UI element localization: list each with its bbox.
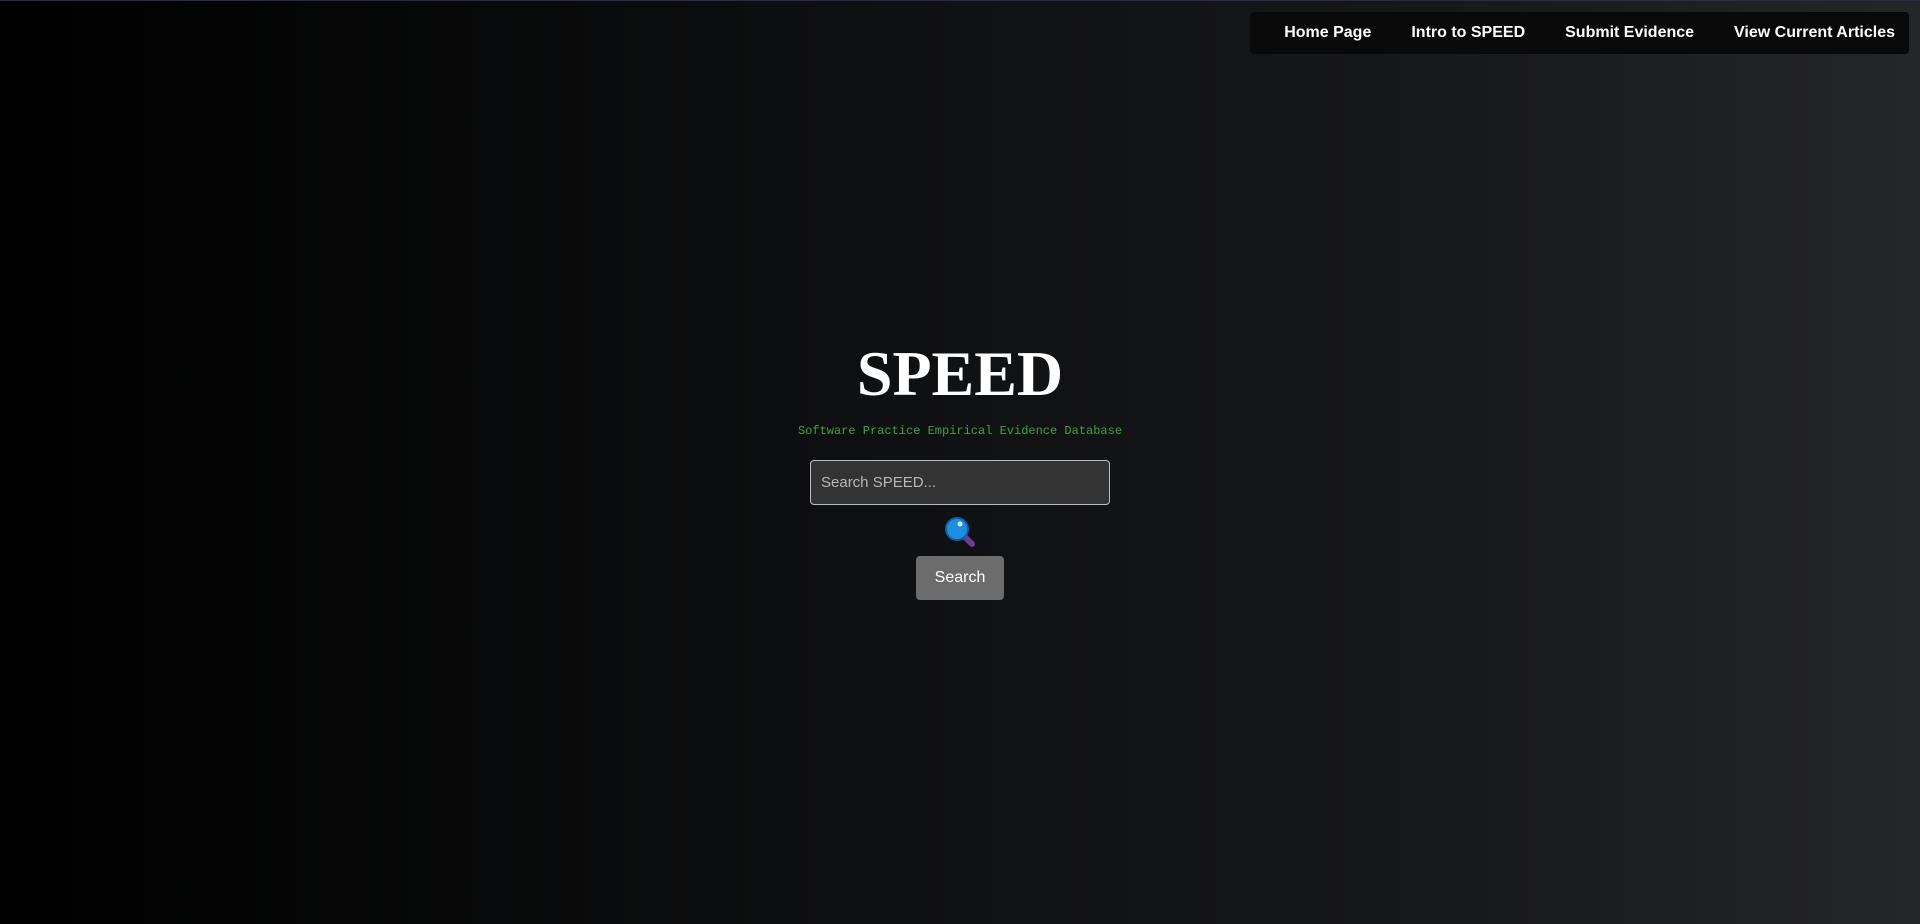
nav-view-current-articles[interactable]: View Current Articles	[1734, 24, 1895, 42]
page-title: SPEED	[856, 338, 1064, 409]
page-subtitle: Software Practice Empirical Evidence Dat…	[797, 424, 1123, 438]
search-input[interactable]	[810, 460, 1110, 505]
hero-section: SPEED Software Practice Empirical Eviden…	[0, 334, 1920, 600]
nav-intro-to-speed[interactable]: Intro to SPEED	[1411, 24, 1525, 42]
magnifying-glass-icon	[943, 515, 977, 549]
top-navbar: Home Page Intro to SPEED Submit Evidence…	[1250, 12, 1909, 54]
top-border-line	[0, 0, 1920, 1]
search-button[interactable]: Search	[916, 556, 1004, 600]
nav-submit-evidence[interactable]: Submit Evidence	[1565, 24, 1694, 42]
nav-home-page[interactable]: Home Page	[1284, 24, 1371, 42]
